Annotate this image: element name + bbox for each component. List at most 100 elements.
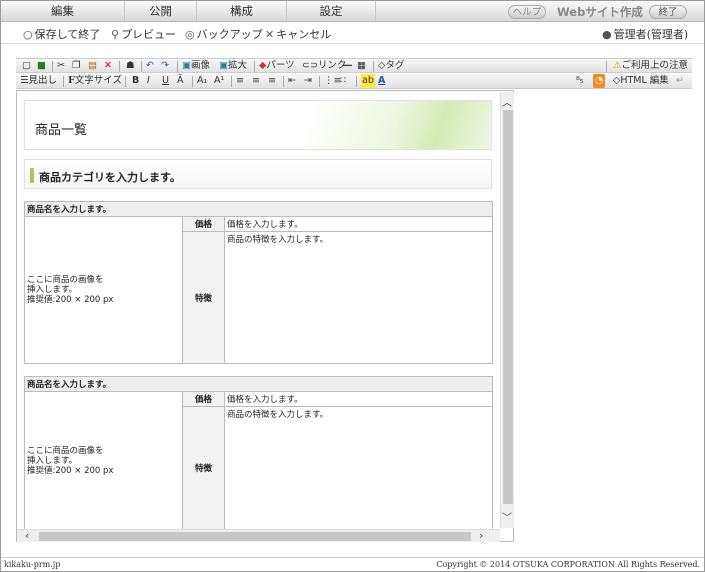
user-label: 管理者(管理者) xyxy=(613,28,689,41)
product-image-placeholder[interactable]: ここに商品の画像を 挿入します。 推奨値:200 × 200 px xyxy=(24,216,183,364)
html-edit-button[interactable]: ◇HTML 編集 xyxy=(613,74,669,88)
image-icon: ▣ xyxy=(182,60,191,71)
image-note-line: 挿入します。 xyxy=(27,455,78,466)
image-button[interactable]: ▣画像 xyxy=(182,59,210,73)
scroll-up-icon[interactable]: ︿ xyxy=(502,94,512,109)
unordered-list-icon[interactable]: ∷ xyxy=(340,74,346,88)
save-exit-button[interactable]: ○ 保存して終了 xyxy=(23,26,100,42)
page-title: 商品一覧 xyxy=(35,123,88,138)
bold-icon[interactable]: B xyxy=(132,74,139,88)
user-icon: ● xyxy=(602,27,612,41)
product-table-2[interactable]: 商品名を入力します。 ここに商品の画像を 挿入します。 推奨値:200 × 20… xyxy=(24,376,493,530)
image-note-line: ここに商品の画像を xyxy=(27,275,104,285)
footer-domain: kikaku-prm.jp xyxy=(4,560,61,569)
tab-structure[interactable]: 構成 xyxy=(196,1,286,22)
rss-icon[interactable]: ◔ xyxy=(593,74,606,88)
image-note-line: 挿入します。 xyxy=(27,285,78,295)
exit-button[interactable]: 終了 xyxy=(649,5,687,19)
horizontal-scroll-thumb[interactable] xyxy=(39,532,471,541)
price-label: 価格 xyxy=(182,215,225,233)
indent-icon[interactable]: ⇥ xyxy=(304,74,312,88)
strikethrough-icon[interactable]: Ā xyxy=(177,74,184,88)
vertical-scrollbar[interactable]: ︿ ﹀ xyxy=(500,92,514,528)
tab-publish[interactable]: 公開 xyxy=(124,1,196,22)
top-menu: 編集 公開 構成 設定 ヘルプ Webサイト作成 終了 xyxy=(1,1,704,22)
enlarge-label: 拡大 xyxy=(227,60,247,71)
enter-icon[interactable]: ↵ xyxy=(676,74,684,88)
ordered-list-icon[interactable]: ⋮≡ xyxy=(324,74,341,88)
backup-label: バックアップ xyxy=(196,28,263,41)
user-menu[interactable]: ● 管理者(管理者) xyxy=(602,26,688,42)
help-button[interactable]: ヘルプ xyxy=(508,5,546,19)
notice-button[interactable]: ⚠ご利用上の注意 xyxy=(613,59,688,73)
italic-icon[interactable]: I xyxy=(147,74,150,88)
heading-label: 見出し xyxy=(28,75,58,86)
tag-button[interactable]: ◇タグ xyxy=(378,59,404,73)
enlarge-icon: ▣ xyxy=(219,60,228,71)
link-button[interactable]: ⊂⊃リンク xyxy=(302,59,346,73)
category-heading-box[interactable]: 商品カテゴリを入力します。 xyxy=(24,159,492,189)
save-exit-label: 保存して終了 xyxy=(34,28,101,41)
parts-label: パーツ xyxy=(266,60,295,71)
copy-icon[interactable]: ❐ xyxy=(72,59,81,73)
hr-icon[interactable]: — xyxy=(343,59,353,73)
heading-icon: ☰ xyxy=(20,75,29,86)
enlarge-button[interactable]: ▣拡大 xyxy=(219,59,247,73)
product-image-placeholder[interactable]: ここに商品の画像を 挿入します。 推奨値:200 × 200 px xyxy=(24,391,183,530)
page-title-box[interactable]: 商品一覧 xyxy=(24,100,492,150)
product-table-1[interactable]: 商品名を入力します。 ここに商品の画像を 挿入します。 推奨値:200 × 20… xyxy=(24,201,493,364)
preview-label: プレビュー xyxy=(121,28,177,41)
textsize-button[interactable]: F文字サイズ xyxy=(68,74,122,88)
price-label: 価格 xyxy=(182,390,225,408)
highlight-icon[interactable]: ab xyxy=(361,74,375,88)
find-icon[interactable]: ☗ xyxy=(126,59,135,73)
price-value[interactable]: 価格を入力します。 xyxy=(224,215,493,233)
font-color-icon[interactable]: A xyxy=(378,74,385,88)
delete-icon[interactable]: ✕ xyxy=(104,59,112,73)
scroll-right-icon[interactable]: › xyxy=(479,529,483,542)
feature-value[interactable]: 商品の特徴を入力します。 xyxy=(224,231,493,364)
redo-icon[interactable]: ↷ xyxy=(161,59,169,73)
parts-button[interactable]: ◆パーツ xyxy=(259,59,295,73)
horizontal-scrollbar[interactable]: ‹ › xyxy=(17,529,500,542)
footer-copyright: Copyright © 2014 OTSUKA CORPORATION All … xyxy=(436,560,700,569)
preview-button[interactable]: ⚲ プレビュー xyxy=(111,26,176,42)
underline-icon[interactable]: U xyxy=(162,74,169,88)
scroll-down-icon[interactable]: ﹀ xyxy=(502,509,512,524)
circle-icon: ○ xyxy=(23,27,33,41)
align-center-icon[interactable]: ≡ xyxy=(252,74,260,88)
image-note-line: 推奨値:200 × 200 px xyxy=(27,465,114,476)
undo-icon[interactable]: ↶ xyxy=(146,59,154,73)
subscript-icon[interactable]: A₁ xyxy=(197,74,207,88)
price-value[interactable]: 価格を入力します。 xyxy=(224,390,493,408)
new-doc-icon[interactable]: ▢ xyxy=(22,59,31,73)
special-char-icon[interactable]: ⁸₅ xyxy=(576,74,584,88)
outdent-icon[interactable]: ⇤ xyxy=(288,74,296,88)
image-note-line: 推奨値:200 × 200 px xyxy=(27,295,114,305)
feature-value[interactable]: 商品の特徴を入力します。 xyxy=(224,406,493,530)
backup-button[interactable]: ◎ バックアップ xyxy=(185,26,263,42)
action-bar: ○ 保存して終了 ⚲ プレビュー ◎ バックアップ ✕ キャンセル ● 管理者(… xyxy=(1,22,704,44)
table-icon[interactable]: ▦ xyxy=(357,59,366,73)
editor-toolbar-2: ☰見出し F文字サイズ B I U Ā A₁ A¹ ≡ ≡ ≡ ⇤ ⇥ ⋮≡ ∷… xyxy=(16,74,692,89)
align-left-icon[interactable]: ≡ xyxy=(236,74,244,88)
superscript-icon[interactable]: A¹ xyxy=(214,74,224,88)
magnifier-icon: ⚲ xyxy=(111,27,120,41)
product-name[interactable]: 商品名を入力します。 xyxy=(24,376,493,392)
vertical-scroll-thumb[interactable] xyxy=(503,110,513,504)
tab-edit[interactable]: 編集 xyxy=(1,1,124,22)
warning-icon: ⚠ xyxy=(613,60,622,71)
footer: kikaku-prm.jp Copyright © 2014 OTSUKA CO… xyxy=(1,557,704,571)
paste-icon[interactable]: ▤ xyxy=(88,59,97,73)
database-icon: ◎ xyxy=(185,27,195,41)
heading-button[interactable]: ☰見出し xyxy=(20,74,57,88)
category-heading: 商品カテゴリを入力します。 xyxy=(39,171,181,184)
product-name[interactable]: 商品名を入力します。 xyxy=(24,201,493,217)
scroll-left-icon[interactable]: ‹ xyxy=(25,529,29,542)
cut-icon[interactable]: ✂ xyxy=(57,59,65,73)
cancel-button[interactable]: ✕ キャンセル xyxy=(265,26,331,42)
app-title: Webサイト作成 xyxy=(557,5,643,19)
align-right-icon[interactable]: ≡ xyxy=(268,74,276,88)
tab-settings[interactable]: 設定 xyxy=(286,1,376,22)
save-icon[interactable]: ■ xyxy=(37,59,46,73)
